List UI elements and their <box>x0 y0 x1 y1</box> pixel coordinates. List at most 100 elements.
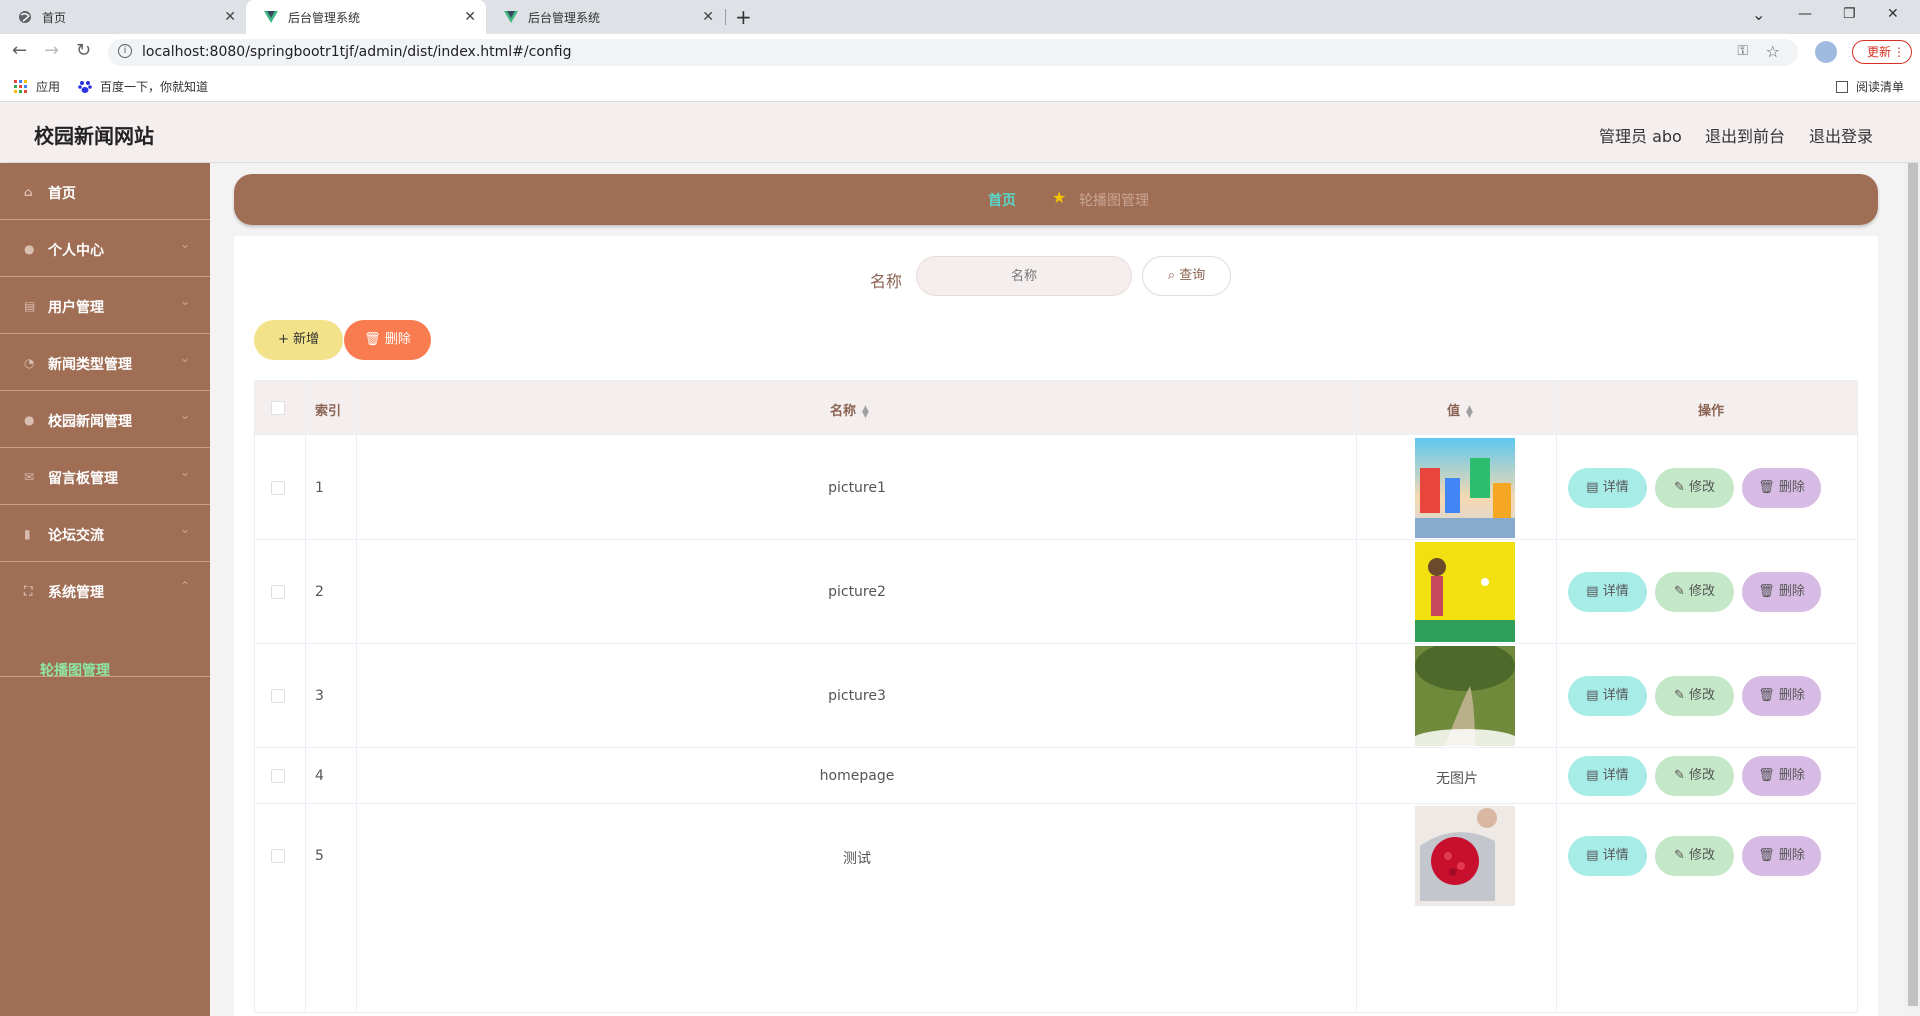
exit-to-front-link[interactable]: 退出到前台 <box>1705 123 1785 147</box>
sidebar-item-label: 校园新闻管理 <box>48 414 132 430</box>
bookmark-apps[interactable]: 应用 <box>14 78 60 95</box>
restore-icon[interactable]: ❐ <box>1843 6 1856 22</box>
edit-button[interactable]: ✎ 修改 <box>1655 756 1734 796</box>
edit-button[interactable]: ✎ 修改 <box>1655 468 1734 508</box>
header-name[interactable]: 名称 ▲ ▼ <box>830 400 869 419</box>
row-name: picture3 <box>828 688 886 704</box>
detail-button[interactable]: ▤ 详情 <box>1568 468 1647 508</box>
system-icon: ⛶ <box>24 584 33 598</box>
user-icon: ● <box>24 242 35 256</box>
forward-icon[interactable]: → <box>44 40 59 61</box>
breadcrumb-home[interactable]: 首页 <box>988 190 1016 210</box>
tab-search-icon[interactable]: ⌄ <box>1752 5 1765 24</box>
pencil-icon: ✎ <box>1673 480 1685 495</box>
bookmark-baidu[interactable]: 百度一下，你就知道 <box>78 78 208 95</box>
chevron-down-icon: ⌄ <box>179 522 190 536</box>
scrollbar-thumb[interactable] <box>1908 163 1918 1006</box>
breadcrumb: 首页 ★ 轮播图管理 <box>234 174 1878 225</box>
row-index: 4 <box>315 768 324 784</box>
browser-tab-admin[interactable]: 后台管理系统 ✕ <box>486 0 724 34</box>
close-tab-icon[interactable]: ✕ <box>464 9 476 25</box>
back-icon[interactable]: ← <box>12 40 27 61</box>
delete-label: 删除 <box>384 332 411 347</box>
close-window-icon[interactable]: ✕ <box>1887 6 1899 22</box>
add-button[interactable]: + 新增 <box>254 320 343 360</box>
row-checkbox[interactable] <box>271 481 285 495</box>
detail-button[interactable]: ▤ 详情 <box>1568 676 1647 716</box>
update-label: 更新 <box>1867 45 1892 59</box>
detail-button[interactable]: ▤ 详情 <box>1568 572 1647 612</box>
row-value-text: 无图片 <box>1436 771 1478 787</box>
search-input[interactable] <box>916 256 1132 296</box>
chevron-down-icon: ⌄ <box>179 408 190 422</box>
sidebar-item-label: 个人中心 <box>48 243 104 259</box>
browser-tabbar: 首页 ✕ 后台管理系统 ✕ 后台管理系统 ✕ + ⌄ — ❐ ✕ <box>0 0 1920 34</box>
row-checkbox[interactable] <box>271 585 285 599</box>
sidebar-subitem-carousel[interactable]: 轮播图管理 <box>40 660 110 680</box>
reload-icon[interactable]: ↻ <box>76 40 91 61</box>
edit-button[interactable]: ✎ 修改 <box>1655 572 1734 612</box>
profile-avatar[interactable] <box>1815 41 1837 63</box>
edit-button[interactable]: ✎ 修改 <box>1655 676 1734 716</box>
detail-label: 详情 <box>1602 768 1629 783</box>
sidebar-item-forum[interactable]: ▮ 论坛交流 ⌄ <box>0 505 210 562</box>
vue-logo-icon <box>264 10 278 24</box>
document-icon: ▤ <box>1586 768 1599 783</box>
logout-link[interactable]: 退出登录 <box>1809 123 1873 147</box>
bulk-delete-button[interactable]: 🗑 删除 <box>344 320 431 360</box>
sidebar-item-home[interactable]: ⌂ 首页 <box>0 163 210 220</box>
edit-label: 修改 <box>1689 688 1716 703</box>
delete-button[interactable]: 🗑 删除 <box>1742 572 1821 612</box>
detail-button[interactable]: ▤ 详情 <box>1568 836 1647 876</box>
query-button[interactable]: ⌕ 查询 <box>1142 256 1231 296</box>
sidebar-item-label: 留言板管理 <box>48 471 118 487</box>
tab-title: 后台管理系统 <box>528 10 601 25</box>
delete-button[interactable]: 🗑 删除 <box>1742 756 1821 796</box>
sidebar-item-campus-news[interactable]: ● 校园新闻管理 ⌄ <box>0 391 210 448</box>
sidebar: ⌂ 首页 ● 个人中心 ⌄ ▤ 用户管理 ⌄ ◔ 新闻类型管理 ⌄ ● 校园新闻… <box>0 163 210 1016</box>
edit-label: 修改 <box>1689 584 1716 599</box>
browser-tab-home[interactable]: 首页 ✕ <box>0 0 246 34</box>
header-value[interactable]: 值 ▲ ▼ <box>1447 400 1473 419</box>
close-tab-icon[interactable]: ✕ <box>702 9 714 25</box>
reading-list[interactable]: 阅读清单 <box>1836 78 1904 95</box>
row-checkbox[interactable] <box>271 769 285 783</box>
browser-tab-admin-active[interactable]: 后台管理系统 ✕ <box>246 0 486 34</box>
sort-icon[interactable]: ▲ ▼ <box>1466 404 1473 419</box>
update-button[interactable]: 更新 ⋮ <box>1852 40 1912 64</box>
trash-icon: 🗑 <box>1758 688 1775 703</box>
bookmark-star-icon[interactable]: ☆ <box>1766 42 1780 61</box>
select-all-checkbox[interactable] <box>271 401 285 415</box>
edit-button[interactable]: ✎ 修改 <box>1655 836 1734 876</box>
more-menu-icon: ⋮ <box>1893 45 1905 59</box>
carousel-image-thumbnail[interactable] <box>1415 542 1515 642</box>
sidebar-item-message-board[interactable]: ✉ 留言板管理 ⌄ <box>0 448 210 505</box>
table-row: 5 测试 ▤ 详情 ✎ 修改 🗑 删除 <box>255 804 1857 908</box>
address-bar[interactable]: i localhost:8080/springbootr1tjf/admin/d… <box>108 39 1798 66</box>
close-tab-icon[interactable]: ✕ <box>224 9 236 25</box>
chevron-up-icon: ⌃ <box>179 579 190 593</box>
row-checkbox[interactable] <box>271 689 285 703</box>
main-content: 首页 ★ 轮播图管理 名称 ⌕ 查询 + 新增 🗑 删除 索引 名称 ▲▼ 值 ▲▼… <box>210 163 1920 1016</box>
delete-button[interactable]: 🗑 删除 <box>1742 676 1821 716</box>
edit-label: 修改 <box>1689 768 1716 783</box>
delete-button[interactable]: 🗑 删除 <box>1742 836 1821 876</box>
sidebar-item-news-types[interactable]: ◔ 新闻类型管理 ⌄ <box>0 334 210 391</box>
carousel-image-thumbnail[interactable] <box>1415 438 1515 538</box>
sort-icon[interactable]: ▲ ▼ <box>862 404 869 419</box>
table-header: 索引 名称 ▲ ▼ 值 ▲ ▼ 操作 <box>255 381 1857 435</box>
detail-label: 详情 <box>1602 688 1629 703</box>
carousel-image-thumbnail[interactable] <box>1415 646 1515 746</box>
delete-button[interactable]: 🗑 删除 <box>1742 468 1821 508</box>
minimize-icon[interactable]: — <box>1798 6 1812 22</box>
new-tab-icon[interactable]: + <box>735 5 752 29</box>
sidebar-item-profile[interactable]: ● 个人中心 ⌄ <box>0 220 210 277</box>
site-info-icon[interactable]: i <box>118 44 132 58</box>
table-row: 2 picture2 ▤ 详情 ✎ 修改 🗑 删除 <box>255 540 1857 644</box>
row-checkbox[interactable] <box>271 849 285 863</box>
detail-button[interactable]: ▤ 详情 <box>1568 756 1647 796</box>
carousel-image-thumbnail[interactable] <box>1415 806 1515 906</box>
key-icon[interactable]: ⚿ <box>1737 43 1748 59</box>
tab-separator <box>725 9 726 25</box>
sidebar-item-users[interactable]: ▤ 用户管理 ⌄ <box>0 277 210 334</box>
